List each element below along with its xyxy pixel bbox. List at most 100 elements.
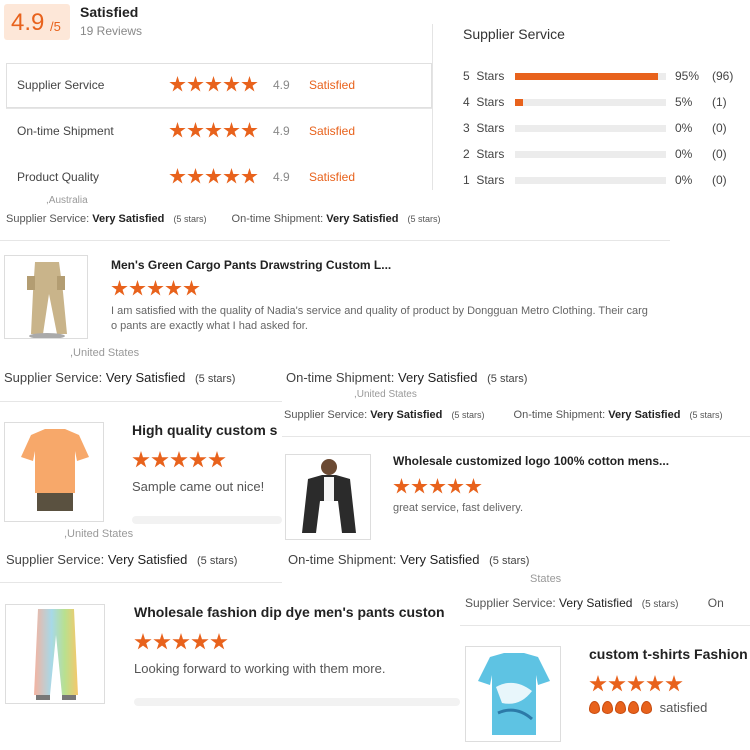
fire-icon [602,701,613,714]
review-card: Wholesale fashion dip dye men's pants cu… [0,590,460,750]
product-thumbnail[interactable] [4,422,104,522]
breakdown-bar [515,125,666,132]
review-location: ,United States [64,528,134,540]
supplier-service-value: Very Satisfied [107,552,188,567]
printed-shirt-image [478,653,550,735]
supplier-service-label: Supplier Service: [4,370,106,385]
product-thumbnail[interactable] [4,255,88,339]
ontime-shipment-value: Very Satisfied [326,213,399,225]
star-icon [169,168,186,184]
supplier-service-label: Supplier Service: [284,409,371,421]
breakdown-count: (0) [712,173,727,187]
fire-icon [589,701,600,714]
stars-count: (5 stars) [197,555,238,567]
stars-count: (5 stars) [487,373,528,385]
supplier-service-value: Very Satisfied [370,409,443,421]
breakdown-count: (96) [712,69,734,83]
ontime-shipment-value: Very Satisfied [398,370,478,385]
review-location: States [530,573,562,585]
star-icon [205,76,222,92]
review-product-title[interactable]: Wholesale customized logo 100% cotton me… [393,454,685,468]
star-icon [241,168,258,184]
star-icon [191,633,209,650]
ontime-shipment-label: On-time Shipment: [286,370,398,385]
review-text: Sample came out nice! [132,479,265,494]
ontime-shipment-label: On-time Shipment: [288,552,400,567]
rating-stars [169,122,258,139]
rating-row-label: Product Quality [17,170,100,184]
star-icon [187,122,204,138]
ontime-shipment-label: On-time Shipment: [513,409,609,421]
review-product-title[interactable]: Men's Green Cargo Pants Drawstring Custo… [111,258,401,272]
rating-row-score: 4.9 [273,78,290,92]
review-ratings-line: Supplier Service: Very Satisfied (5 star… [4,370,235,385]
black-jacket-image [302,459,356,533]
star-icon [210,633,228,650]
review-stars [111,280,200,297]
review-product-title[interactable]: Wholesale fashion dip dye men's pants cu… [134,604,460,620]
review-text: I am satisfied with the quality of Nadia… [111,305,648,332]
product-thumbnail[interactable] [5,604,105,704]
supplier-service-value: Very Satisfied [559,596,633,610]
breakdown-label: 4 Stars [463,95,505,109]
score-badge: 4.9 /5 [4,4,70,40]
star-icon [187,168,204,184]
stars-count: (5 stars) [641,599,679,610]
breakdown-title: Supplier Service [463,26,565,42]
rating-row-shipment: On-time Shipment 4.9 Satisfied [0,122,432,142]
breakdown-row: 1 Stars 0% (0) [463,173,750,187]
review-card: Supplier Service: Very Satisfied (5 star… [0,365,282,590]
star-icon [134,633,152,650]
breakdown-bar [515,73,666,80]
star-icon [132,451,150,468]
review-scrollbar[interactable] [134,698,460,706]
review-product-title[interactable]: High quality custom s [132,422,282,438]
review-ratings-line: Supplier Service: Very Satisfied (5 star… [6,552,237,567]
star-icon [111,280,128,296]
star-icon [223,76,240,92]
stars-count: (5 stars) [489,555,530,567]
rating-word: Satisfied [80,4,139,20]
rating-row-score: 4.9 [273,170,290,184]
rating-row-label: On-time Shipment [17,124,114,138]
star-icon [169,122,186,138]
review-text: satisfied [659,700,708,715]
breakdown-row: 3 Stars 0% (0) [463,121,750,135]
review-scrollbar[interactable] [132,516,282,524]
review-stars [393,478,482,495]
product-thumbnail[interactable] [285,454,371,540]
score-value: 4.9 [11,9,45,36]
supplier-service-label: Supplier Service: [465,596,560,610]
breakdown-bar-fill [515,73,659,80]
review-card: On-time Shipment: Very Satisfied (5 star… [282,365,750,580]
star-icon [170,451,188,468]
star-icon [183,280,200,296]
star-icon [205,122,222,138]
review-stars [132,451,226,469]
cargo-pants-image [27,262,67,338]
breakdown-bar [515,151,666,158]
supplier-service-value: Very Satisfied [105,370,186,385]
review-emoji-line: satisfied [589,700,707,715]
review-divider [0,401,282,402]
breakdown-pct: 0% [675,147,693,161]
summary-divider [432,24,433,190]
supplier-service-label: Supplier Service: [6,552,108,567]
star-icon [241,122,258,138]
star-icon [429,478,446,494]
star-icon [646,675,664,692]
star-icon [223,168,240,184]
product-thumbnail[interactable] [465,646,561,742]
review-divider [0,240,670,241]
breakdown-count: (1) [712,95,727,109]
star-icon [223,122,240,138]
rating-row-label: Supplier Service [17,78,105,92]
review-ratings-line: On-time Shipment: Very Satisfied (5 star… [286,370,527,385]
rating-row-quality: Product Quality 4.9 Satisfied [0,168,432,188]
review-product-title[interactable]: custom t-shirts Fashion [589,646,750,662]
rating-row-supplier: Supplier Service 4.9 Satisfied [0,76,432,96]
star-icon [189,451,207,468]
ontime-shipment-value: Very Satisfied [608,409,681,421]
star-icon [169,76,186,92]
star-icon [165,280,182,296]
